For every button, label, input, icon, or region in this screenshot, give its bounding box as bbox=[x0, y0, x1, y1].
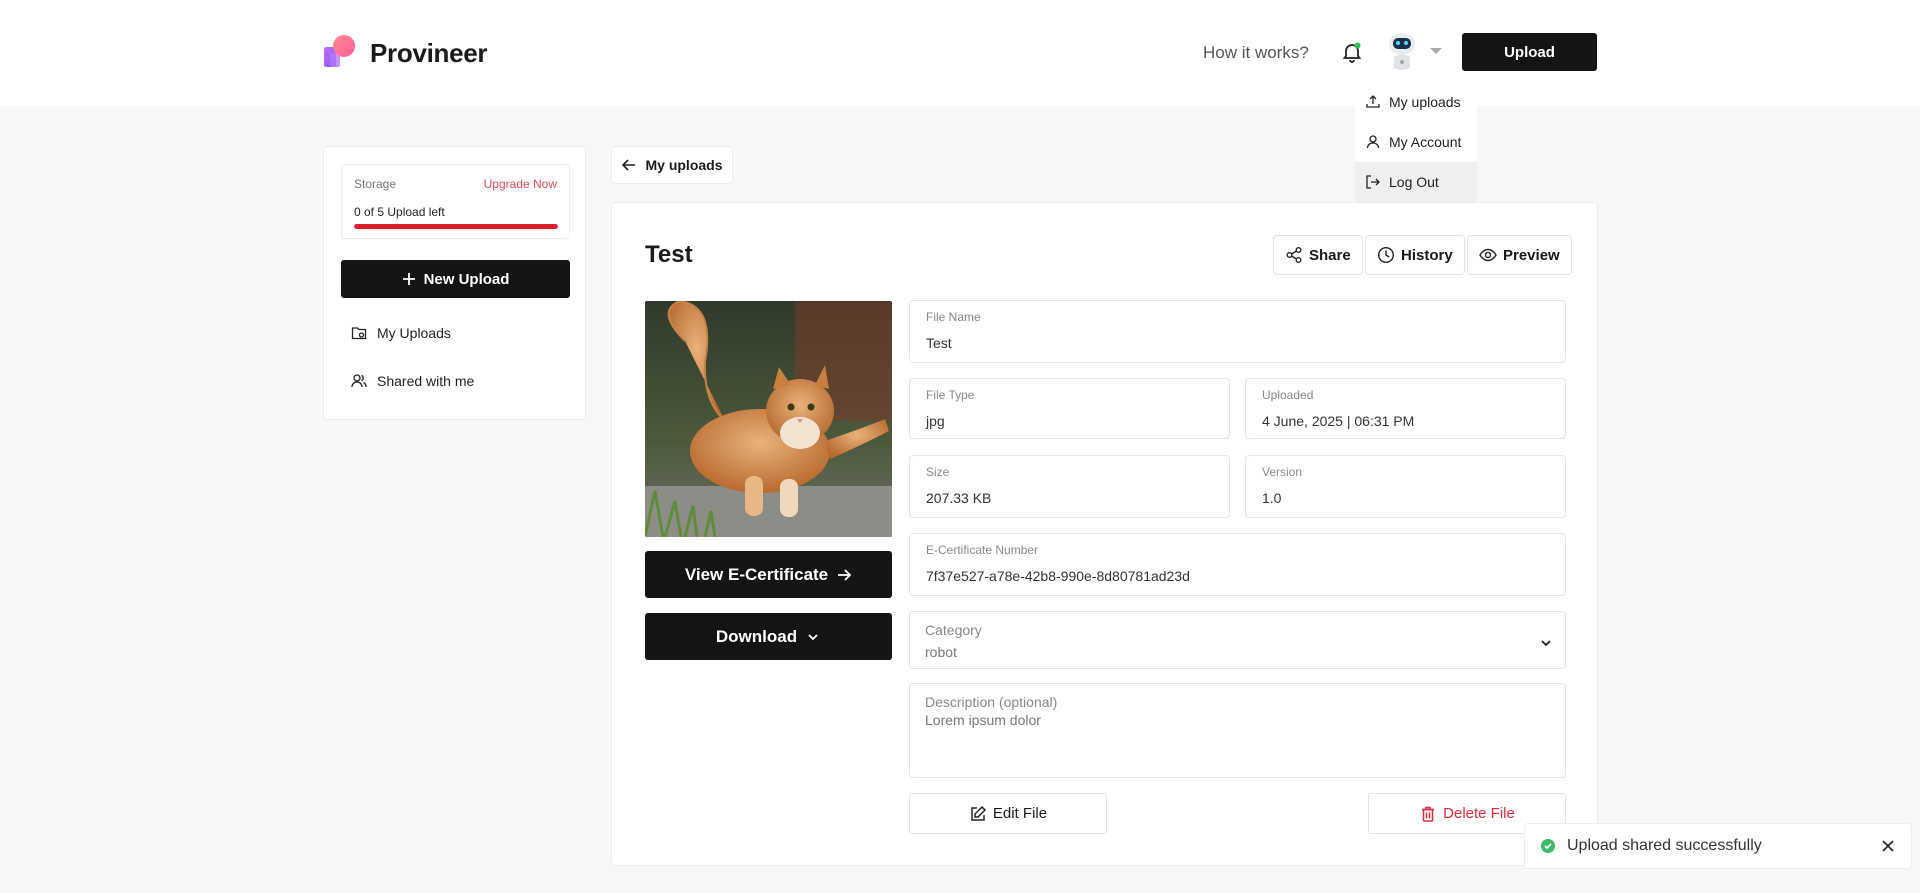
preview-button[interactable]: Preview bbox=[1467, 235, 1572, 275]
storage-panel: Storage Upgrade Now 0 of 5 Upload left bbox=[341, 164, 570, 239]
logout-icon bbox=[1366, 175, 1380, 189]
size-label: Size bbox=[926, 465, 950, 479]
view-e-certificate-label: View E-Certificate bbox=[684, 564, 829, 584]
user-icon bbox=[1366, 135, 1380, 149]
edit-file-label: Edit File bbox=[992, 805, 1048, 822]
description-value: Lorem ipsum dolor bbox=[925, 712, 1041, 728]
upload-button[interactable]: Upload bbox=[1462, 33, 1597, 71]
toast-message: Upload shared successfully bbox=[1567, 837, 1762, 854]
clock-icon bbox=[1377, 246, 1395, 264]
history-button[interactable]: History bbox=[1365, 235, 1465, 275]
arrow-left-icon bbox=[622, 159, 636, 171]
page-title: Test bbox=[645, 241, 693, 268]
menu-item-log-out[interactable]: Log Out bbox=[1355, 162, 1477, 202]
edit-file-button[interactable]: Edit File bbox=[909, 793, 1107, 834]
history-label: History bbox=[1401, 246, 1453, 264]
menu-item-my-uploads[interactable]: My uploads bbox=[1355, 82, 1477, 122]
version-value: 1.0 bbox=[1262, 490, 1282, 506]
file-name-field[interactable]: File Name Test bbox=[909, 300, 1566, 363]
sidebar-item-shared-with-me[interactable]: Shared with me bbox=[351, 373, 474, 389]
menu-item-label: My uploads bbox=[1389, 94, 1461, 110]
preview-label: Preview bbox=[1503, 246, 1560, 264]
upgrade-now-link[interactable]: Upgrade Now bbox=[484, 177, 557, 191]
sidebar-item-label: My Uploads bbox=[377, 325, 451, 341]
size-field: Size 207.33 KB bbox=[909, 455, 1230, 518]
download-button[interactable]: Download bbox=[645, 613, 892, 660]
back-to-my-uploads[interactable]: My uploads bbox=[611, 146, 733, 184]
eye-icon bbox=[1479, 248, 1497, 262]
file-detail-card: Test Share History Preview View E-Certif… bbox=[611, 202, 1598, 866]
new-upload-label: New Upload bbox=[423, 270, 510, 288]
storage-count: 0 of 5 Upload left bbox=[354, 205, 445, 219]
storage-progress-fill bbox=[354, 224, 558, 229]
new-upload-button[interactable]: New Upload bbox=[341, 260, 570, 298]
sidebar-item-my-uploads[interactable]: My Uploads bbox=[351, 325, 451, 341]
logo-icon bbox=[320, 33, 360, 73]
description-label: Description (optional) bbox=[925, 694, 1058, 710]
size-value: 207.33 KB bbox=[926, 490, 992, 506]
how-it-works-link[interactable]: How it works? bbox=[1203, 43, 1309, 63]
e-certificate-number-value: 7f37e527-a78e-42b8-990e-8d80781ad23d bbox=[926, 568, 1190, 584]
file-name-value: Test bbox=[926, 335, 952, 351]
share-icon bbox=[1286, 247, 1302, 263]
top-bar: Provineer How it works? Upload bbox=[0, 0, 1920, 106]
folder-icon bbox=[351, 327, 367, 340]
file-name-label: File Name bbox=[926, 310, 981, 324]
check-circle-icon bbox=[1541, 839, 1555, 853]
menu-item-my-account[interactable]: My Account bbox=[1355, 122, 1477, 162]
file-thumbnail bbox=[645, 301, 892, 537]
menu-item-label: My Account bbox=[1389, 134, 1462, 150]
success-toast: Upload shared successfully bbox=[1524, 823, 1912, 869]
version-field: Version 1.0 bbox=[1245, 455, 1566, 518]
chevron-down-icon[interactable] bbox=[1430, 48, 1442, 54]
avatar[interactable] bbox=[1383, 30, 1421, 72]
plus-icon bbox=[402, 273, 415, 285]
share-button[interactable]: Share bbox=[1273, 235, 1363, 275]
brand-name: Provineer bbox=[370, 37, 488, 68]
uploaded-label: Uploaded bbox=[1262, 388, 1314, 402]
bell-icon[interactable] bbox=[1340, 40, 1364, 64]
category-label: Category bbox=[925, 622, 982, 638]
delete-file-label: Delete File bbox=[1443, 805, 1515, 822]
storage-progress-bar bbox=[354, 224, 558, 229]
category-select[interactable]: Category robot bbox=[909, 611, 1566, 669]
sidebar: Storage Upgrade Now 0 of 5 Upload left N… bbox=[323, 146, 586, 420]
file-type-label: File Type bbox=[926, 388, 975, 402]
user-menu: My uploads My Account Log Out bbox=[1355, 82, 1477, 202]
trash-icon bbox=[1422, 806, 1435, 822]
storage-label: Storage bbox=[354, 177, 397, 191]
uploaded-value: 4 June, 2025 | 06:31 PM bbox=[1262, 413, 1415, 429]
uploaded-field: Uploaded 4 June, 2025 | 06:31 PM bbox=[1245, 378, 1566, 439]
close-icon[interactable] bbox=[1881, 839, 1895, 853]
e-certificate-number-field: E-Certificate Number 7f37e527-a78e-42b8-… bbox=[909, 533, 1566, 596]
sidebar-item-label: Shared with me bbox=[377, 373, 475, 389]
chevron-down-icon bbox=[1541, 640, 1551, 647]
view-e-certificate-button[interactable]: View E-Certificate bbox=[645, 551, 892, 598]
upload-icon bbox=[1366, 95, 1380, 108]
e-certificate-number-label: E-Certificate Number bbox=[926, 543, 1039, 557]
description-textarea[interactable]: Description (optional) Lorem ipsum dolor bbox=[909, 683, 1566, 778]
back-label: My uploads bbox=[645, 157, 723, 173]
edit-icon bbox=[971, 805, 986, 821]
version-label: Version bbox=[1262, 465, 1303, 479]
download-label: Download bbox=[715, 626, 798, 646]
menu-item-label: Log Out bbox=[1389, 174, 1439, 190]
users-icon bbox=[351, 374, 367, 388]
file-type-value: jpg bbox=[926, 413, 945, 429]
arrow-right-icon bbox=[838, 568, 852, 581]
category-value: robot bbox=[925, 644, 957, 660]
chevron-down-icon bbox=[808, 633, 818, 640]
file-type-field: File Type jpg bbox=[909, 378, 1230, 439]
share-label: Share bbox=[1309, 246, 1351, 264]
brand-logo[interactable]: Provineer bbox=[320, 33, 488, 73]
